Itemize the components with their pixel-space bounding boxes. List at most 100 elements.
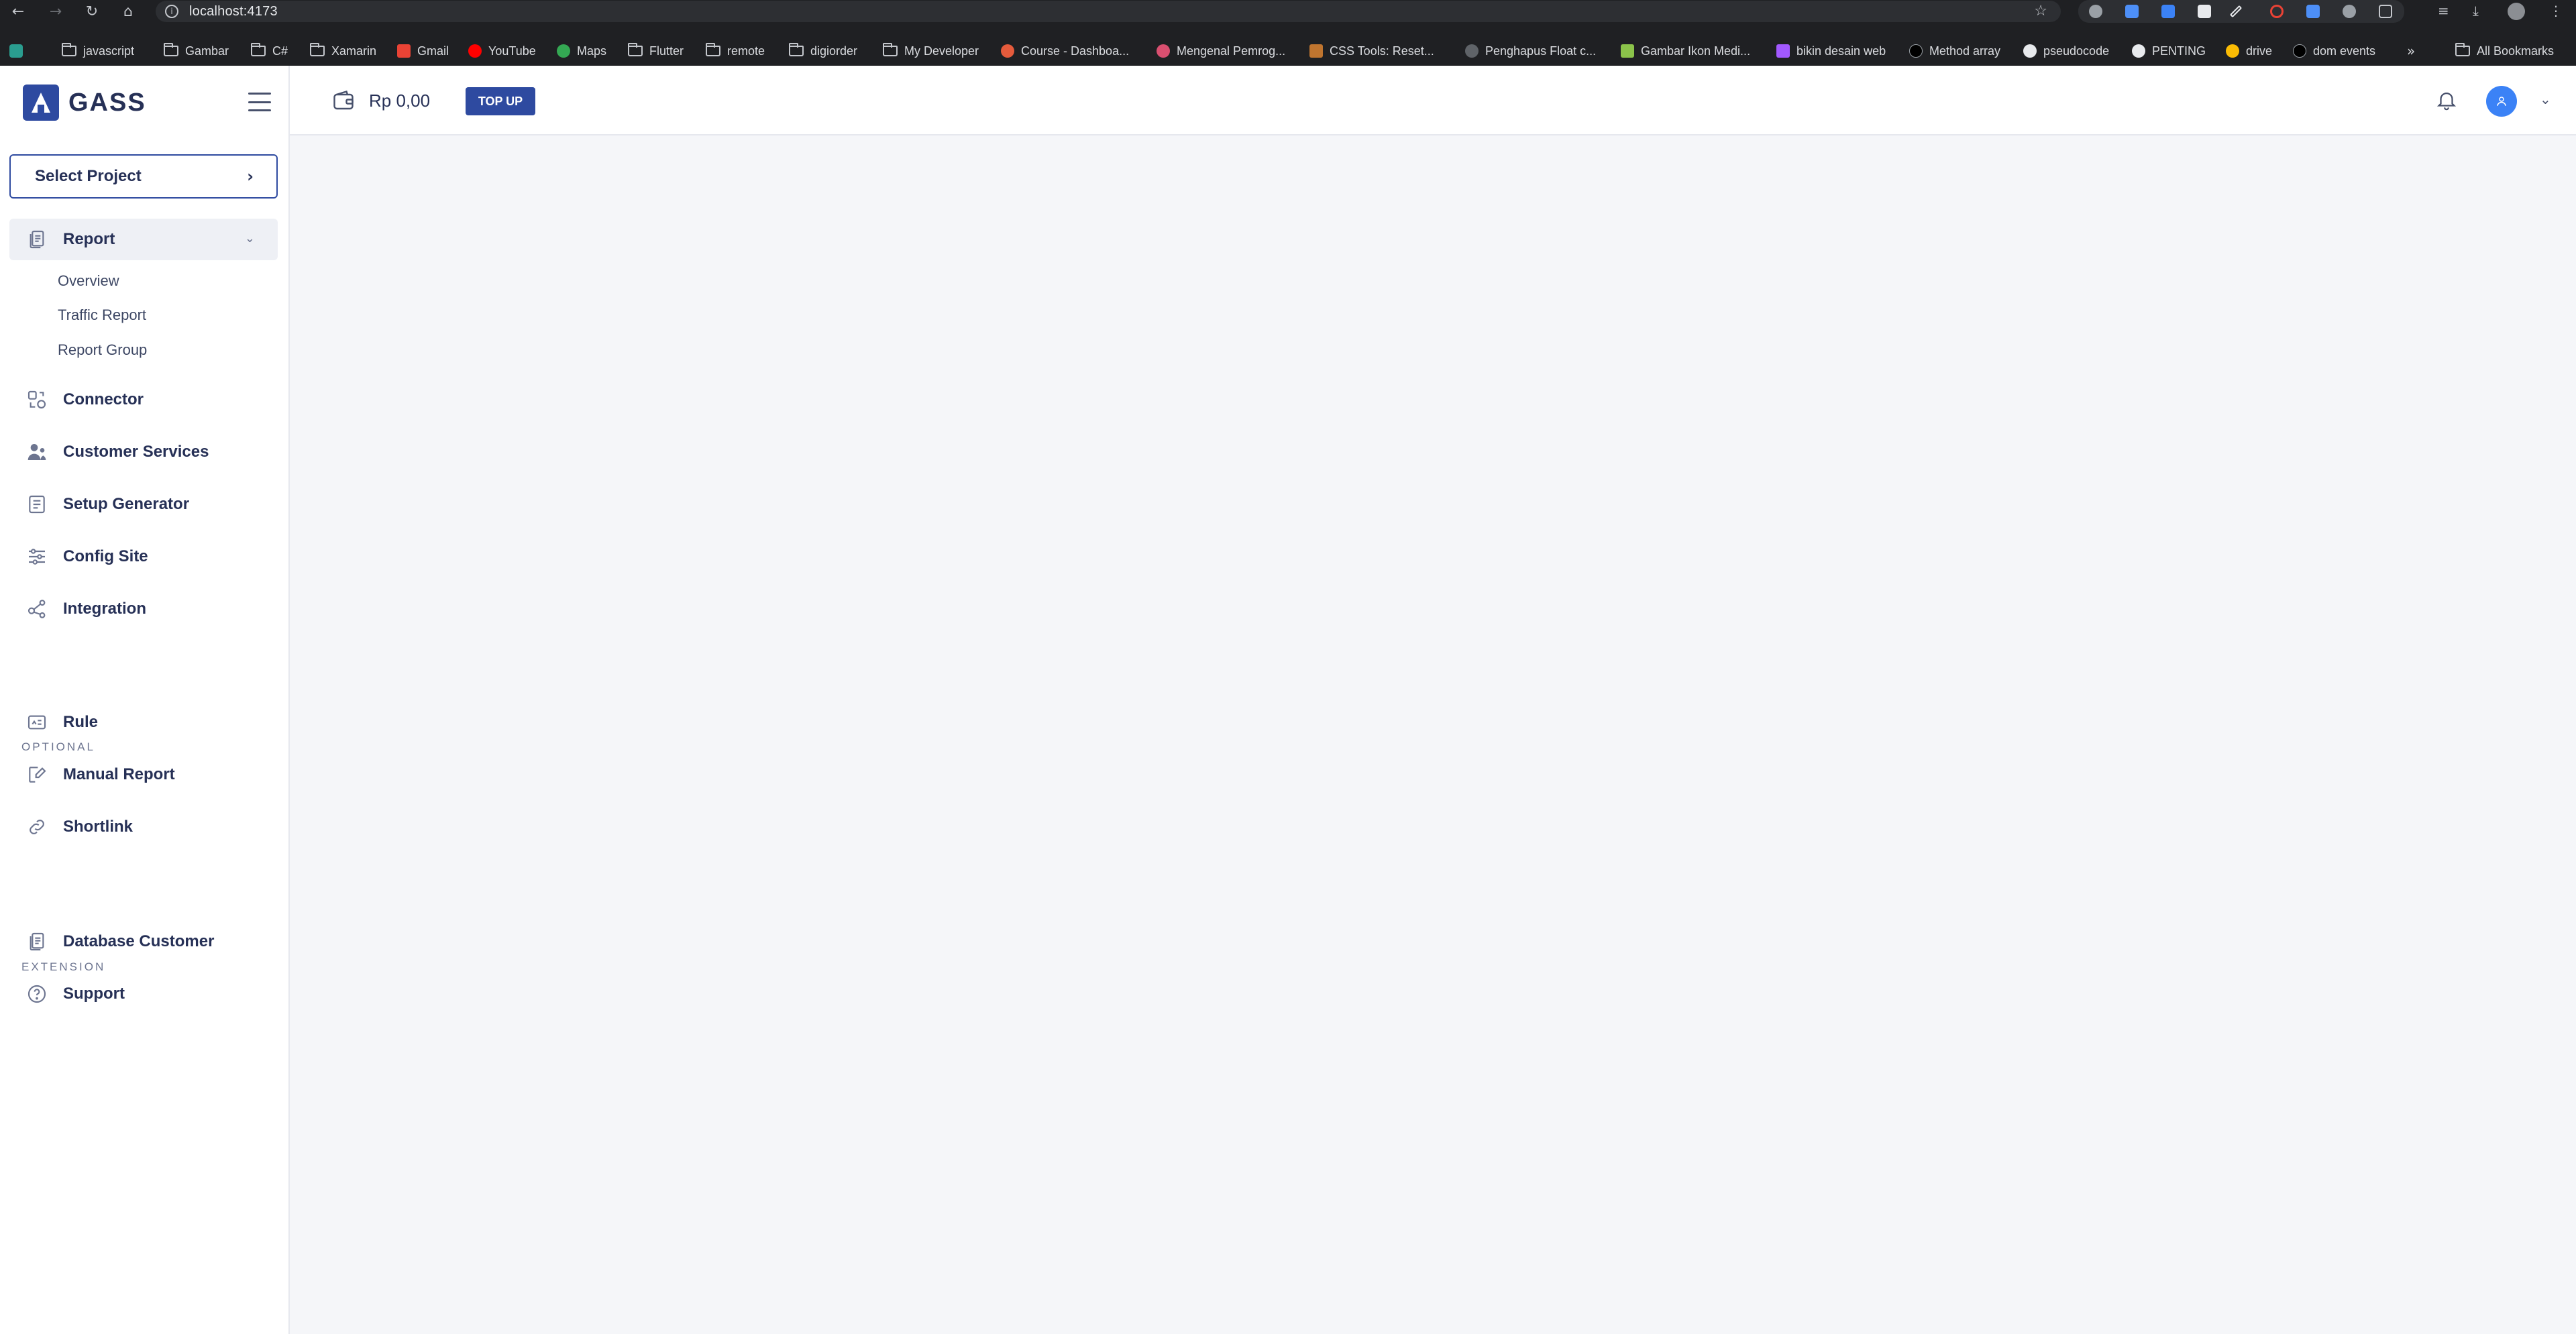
folder-icon	[164, 43, 178, 56]
sidebar-subitem-traffic-report[interactable]: Traffic Report	[58, 307, 146, 324]
bookmark-label: Course - Dashboa...	[1021, 44, 1130, 58]
bookmark-item[interactable]: Mengenal Pemrog...	[1157, 42, 1285, 60]
address-bar[interactable]: i localhost:4173 ☆	[156, 1, 2061, 22]
translate-icon[interactable]	[2306, 5, 2320, 18]
bookmark-label: drive	[2246, 44, 2273, 58]
sidebar-subitem-overview[interactable]: Overview	[58, 272, 119, 290]
bookmark-item[interactable]: remote	[706, 42, 765, 60]
bookmark-label: Gmail	[417, 44, 449, 58]
bookmark-label: My Developer	[904, 44, 979, 58]
bookmark-item[interactable]: Flutter	[628, 42, 684, 60]
bookmark-item[interactable]: Penghapus Float c...	[1465, 42, 1596, 60]
sidebar-item-database-customer[interactable]: Database Customer	[9, 921, 278, 962]
select-project-button[interactable]: Select Project ›	[9, 154, 278, 199]
list-document-icon	[25, 493, 48, 516]
bookmark-item[interactable]: Maps	[557, 42, 606, 60]
chevron-down-icon: ⌄	[244, 231, 255, 245]
extension-icon[interactable]	[2343, 5, 2356, 18]
bookmark-item[interactable]: C#	[251, 42, 288, 60]
bookmark-label: dom events	[2313, 44, 2376, 58]
bookmark-item[interactable]: javascript	[62, 42, 134, 60]
site-info-icon[interactable]: i	[165, 5, 178, 18]
folder-icon	[706, 43, 720, 56]
bookmark-item[interactable]: Method array	[1909, 42, 2000, 60]
bookmark-label: Mengenal Pemrog...	[1177, 44, 1286, 58]
all-bookmarks[interactable]: All Bookmarks	[2455, 42, 2554, 60]
user-icon	[2497, 97, 2506, 106]
bookmark-label: bikin desain web	[1796, 44, 1886, 58]
site-favicon-icon	[1001, 44, 1014, 58]
folder-icon	[310, 43, 325, 56]
bookmark-item[interactable]: CSS Tools: Reset...	[1309, 42, 1434, 60]
extension-icon[interactable]	[2125, 5, 2139, 18]
sidebar-item-customer-services[interactable]: Customer Services	[9, 431, 278, 473]
bookmark-item[interactable]: PENTING	[2132, 42, 2206, 60]
sidebar-item-connector[interactable]: Connector	[9, 379, 278, 421]
sidebar-item-rule[interactable]: Rule	[9, 702, 278, 743]
bookmark-item[interactable]: dom events	[2293, 42, 2375, 60]
avatar[interactable]	[2486, 86, 2517, 117]
extension-icon[interactable]	[2089, 5, 2102, 18]
bookmark-item[interactable]: Gambar	[164, 42, 229, 60]
app-root: GASS Select Project › Report ⌄ Overview …	[0, 66, 2576, 1334]
bookmark-label: Penghapus Float c...	[1485, 44, 1597, 58]
bookmark-item[interactable]: pseudocode	[2023, 42, 2109, 60]
menu-toggle-icon[interactable]	[248, 93, 271, 111]
bookmark-label: remote	[727, 44, 765, 58]
reload-icon[interactable]: ↻	[82, 1, 102, 21]
profile-icon[interactable]	[2508, 3, 2525, 20]
forward-icon[interactable]: →	[46, 1, 66, 21]
chevron-down-icon[interactable]: ⌄	[2540, 91, 2551, 107]
topup-button[interactable]: TOP UP	[466, 87, 535, 115]
bookmark-item[interactable]: YouTube	[468, 42, 536, 60]
bookmark-item[interactable]: drive	[2226, 42, 2272, 60]
bookmark-label: Flutter	[649, 44, 684, 58]
apps-icon[interactable]	[9, 42, 23, 60]
bookmark-item[interactable]: Gambar Ikon Medi...	[1621, 42, 1750, 60]
bookmark-item[interactable]: digiorder	[789, 42, 857, 60]
section-title-extension: EXTENSION	[21, 960, 106, 973]
bookmark-label: C#	[272, 44, 288, 58]
bookmark-item[interactable]: Course - Dashboa...	[1001, 42, 1129, 60]
bell-icon[interactable]	[2435, 89, 2458, 111]
sidebar-item-support[interactable]: Support	[9, 973, 278, 1015]
bookmark-item[interactable]: Xamarin	[310, 42, 376, 60]
sidebar-item-setup-generator[interactable]: Setup Generator	[9, 484, 278, 525]
folder-icon	[251, 43, 266, 56]
bookmark-label: Xamarin	[331, 44, 377, 58]
bookmark-label: Method array	[1929, 44, 2001, 58]
sidebar-item-shortlink[interactable]: Shortlink	[9, 806, 278, 848]
bookmark-star-icon[interactable]: ☆	[2034, 3, 2047, 19]
home-icon[interactable]: ⌂	[118, 1, 138, 21]
more-bookmarks-icon[interactable]: »	[2407, 42, 2415, 60]
sidebar-item-report[interactable]: Report ⌄	[9, 219, 278, 260]
bookmark-label: pseudocode	[2043, 44, 2110, 58]
select-project-label: Select Project	[35, 167, 142, 185]
brand-logo[interactable]: GASS	[23, 85, 146, 121]
extension-icon[interactable]	[2270, 5, 2284, 18]
bookmark-item[interactable]: Gmail	[397, 42, 449, 60]
extensions-puzzle-icon[interactable]	[2379, 5, 2392, 18]
sidebar-item-config-site[interactable]: Config Site	[9, 536, 278, 577]
sidebar-item-label: Report	[63, 230, 115, 248]
gass-logo-icon	[23, 85, 59, 121]
extension-icon[interactable]	[2198, 5, 2211, 18]
bookmark-item[interactable]: My Developer	[883, 42, 979, 60]
sidebar-item-label: Database Customer	[63, 932, 215, 950]
sidebar-subitem-report-group[interactable]: Report Group	[58, 341, 147, 359]
back-icon[interactable]: ←	[8, 1, 28, 21]
downloads-icon[interactable]: ⤓	[2473, 3, 2479, 19]
reading-list-icon[interactable]: ≡	[2438, 3, 2449, 19]
github-icon	[2132, 44, 2145, 58]
color-picker-icon[interactable]	[2229, 5, 2243, 18]
rule-icon	[25, 711, 48, 734]
sidebar-item-integration[interactable]: Integration	[9, 588, 278, 630]
maps-icon	[557, 44, 570, 58]
menu-kebab-icon[interactable]: ⋮	[2549, 3, 2563, 19]
download-extension-icon[interactable]	[2161, 5, 2175, 18]
bookmark-item[interactable]: bikin desain web	[1776, 42, 1886, 60]
sidebar-item-label: Integration	[63, 600, 146, 618]
document-icon	[25, 228, 48, 251]
sidebar-item-manual-report[interactable]: Manual Report	[9, 754, 278, 795]
folder-icon	[2455, 43, 2470, 56]
